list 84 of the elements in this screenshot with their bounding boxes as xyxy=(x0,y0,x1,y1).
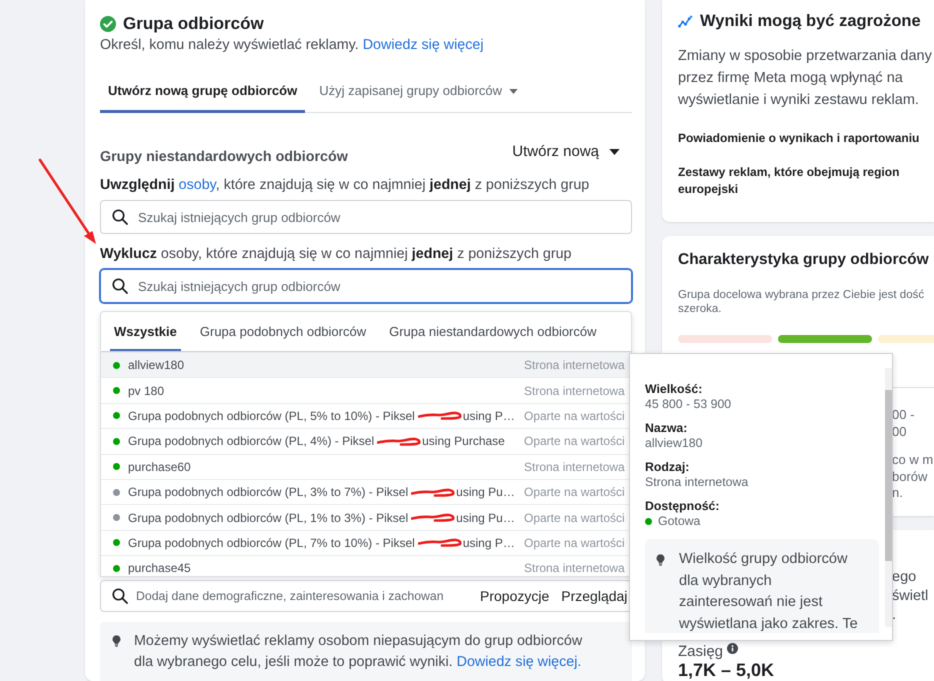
partial-text: borów xyxy=(892,468,928,485)
audience-source-type: Strona internetowa xyxy=(524,460,626,474)
partial-text: co w m xyxy=(892,452,934,468)
partial-text: 00 - xyxy=(892,407,916,424)
audience-list-item[interactable]: Grupa podobnych odbiorców (PL, 3% to 7%) - Piksel using Pu… Oparte na wartości xyxy=(101,478,631,504)
audience-name-end: using Purchase xyxy=(422,434,505,448)
audience-source-type: Oparte na wartości xyxy=(524,434,626,448)
audience-name: Grupa podobnych odbiorców (PL, 5% to 10%) - Piksel xyxy=(128,408,415,423)
audience-source-type: Oparte na wartości xyxy=(524,510,626,525)
filter-tab[interactable]: Grupa podobnych odbiorców xyxy=(196,312,370,351)
partial-text: świetl xyxy=(892,586,930,606)
browse-option-button[interactable]: Przeglądaj xyxy=(561,588,628,604)
audience-name: Grupa podobnych odbiorców (PL, 4%) - Piksel xyxy=(128,434,374,448)
partial-text: ego xyxy=(892,568,918,586)
reach-value: 1,7K – 5,0K xyxy=(678,660,776,680)
people-link[interactable]: osoby xyxy=(178,177,216,193)
search-input[interactable]: Szukaj istniejących grup odbiorców xyxy=(138,278,631,294)
card-title: Charakterystyka grupy odbiorców xyxy=(678,250,930,270)
audience-list-item[interactable]: allview180 Strona internetowa xyxy=(101,352,631,378)
audience-name: purchase60 xyxy=(128,460,191,474)
notice-text: Możemy wyświetlać reklamy osobom niepasującym do grup odbiorców dla wybranego celu, jeśli może to poprawić wyniki. Dowiedz się więcej. xyxy=(134,632,584,672)
audience-name-end: using P… xyxy=(462,408,515,423)
audience-source-type: Oparte na wartości xyxy=(524,485,626,500)
audience-name-end: using Pu… xyxy=(456,485,515,500)
create-new-button[interactable]: Utwórz nową xyxy=(512,143,620,161)
audience-source-type: Strona internetowa xyxy=(524,561,626,576)
detail-value: 45 800 - 53 900 xyxy=(645,397,732,412)
include-instruction: Uwzględnij osoby, które znajdują się w co najmniej jednej z poniższych grup xyxy=(100,176,590,194)
detail-label: Dostępność: xyxy=(645,499,720,514)
search-icon xyxy=(112,278,128,294)
targeting-search-field[interactable]: Dodaj dane demograficzne, zainteresowania i zachowan Propozycje Przeglądaj xyxy=(100,580,632,612)
detail-label: Wielkość: xyxy=(645,382,704,397)
lightbulb-icon xyxy=(656,553,665,567)
section-title: Grupa odbiorców xyxy=(123,14,264,34)
search-icon xyxy=(112,588,128,604)
filter-tab[interactable]: Grupa niestandardowych odbiorców xyxy=(385,312,601,351)
partial-text: . xyxy=(892,606,898,624)
audience-name: purchase45 xyxy=(128,561,191,576)
audience-source-type: Oparte na wartości xyxy=(524,536,626,550)
audience-name-end: using Pu… xyxy=(456,510,515,525)
detail-label: Rodzaj: xyxy=(645,460,690,475)
partial-text: n. xyxy=(892,485,904,502)
card-title: Wyniki mogą być zagrożone xyxy=(700,11,921,32)
custom-audiences-heading: Grupy niestandardowych odbiorców xyxy=(100,149,348,165)
audience-tab[interactable]: Użyj zapisanej grupy odbiorców xyxy=(311,71,526,113)
audience-tab[interactable]: Utwórz nową grupę odbiorców xyxy=(100,71,306,113)
reach-label: Zasięg xyxy=(678,642,724,660)
note-text: Wielkość grupy odbiorców dla wybranych zainteresowań nie jest wyświetlana jako zakres. Te xyxy=(679,550,859,633)
info-icon[interactable] xyxy=(727,643,738,654)
audience-source-type: Oparte na wartości xyxy=(524,408,626,423)
detail-value: allview180 xyxy=(645,436,704,451)
audience-name: pv 180 xyxy=(128,384,164,398)
audience-name: Grupa podobnych odbiorców (PL, 1% to 3%) - Piksel xyxy=(128,510,408,525)
audience-source-type: Strona internetowa xyxy=(524,358,626,372)
audience-source-type: Strona internetowa xyxy=(524,384,626,398)
learn-more-link[interactable]: Dowiedz się więcej xyxy=(362,37,484,53)
section-description: Określ, komu należy wyświetlać reklamy. Dowiedz się więcej xyxy=(100,36,484,54)
learn-more-link[interactable]: Dowiedz się więcej. xyxy=(456,654,582,670)
detail-value: Strona internetowa xyxy=(645,475,750,490)
browse-option-button[interactable]: Propozycje xyxy=(480,588,550,604)
detail-value: Gotowa xyxy=(658,514,700,529)
audience-list-item[interactable]: Grupa podobnych odbiorców (PL, 5% to 10%) - Piksel using P… Oparte na wartości xyxy=(101,402,631,428)
audience-name-end: using P… xyxy=(462,536,515,550)
detail-label: Nazwa: xyxy=(645,421,688,436)
search-icon xyxy=(112,209,128,225)
lightbulb-icon xyxy=(112,634,121,648)
audience-name: Grupa podobnych odbiorców (PL, 3% to 7%) - Piksel xyxy=(128,485,408,500)
exclude-instruction: Wyklucz osoby, które znajdują się w co najmniej jednej z poniższych grup xyxy=(100,245,573,263)
warning-item-title: Powiadomienie o wynikach i raportowaniu xyxy=(678,130,920,147)
partial-text: 00 xyxy=(892,424,908,440)
line-chart-icon xyxy=(678,14,693,28)
audience-search-field[interactable]: Szukaj istniejących grup odbiorców xyxy=(100,269,632,303)
warning-text: Zmiany w sposobie przetwarzania dany przez firmę Meta mogą wpłynąć na wyświetlanie i wyniki zestawu reklam. xyxy=(678,47,933,110)
audience-name: Grupa podobnych odbiorców (PL, 7% to 10%) - Piksel xyxy=(128,536,415,550)
search-input[interactable]: Dodaj dane demograficzne, zainteresowania i zachowan xyxy=(136,589,468,603)
audience-list-item[interactable]: Grupa podobnych odbiorców (PL, 4%) - Piksel using Purchase Oparte na wartości xyxy=(101,428,631,454)
audience-breadth-text: Grupa docelowa wybrana przez Ciebie jest dość szeroka. xyxy=(678,288,926,316)
audience-name: allview180 xyxy=(128,358,184,372)
caret-icon xyxy=(609,149,620,155)
warning-item-title: Zestawy reklam, które obejmują region europejski xyxy=(678,164,900,198)
audience-list-item[interactable]: Grupa podobnych odbiorców (PL, 7% to 10%) - Piksel using P… Oparte na wartości xyxy=(101,530,631,556)
audience-list-item[interactable]: Grupa podobnych odbiorców (PL, 1% to 3%) - Piksel using Pu… Oparte na wartości xyxy=(101,504,631,530)
scrollbar-thumb[interactable] xyxy=(885,390,892,561)
search-input[interactable]: Szukaj istniejących grup odbiorców xyxy=(138,210,631,224)
